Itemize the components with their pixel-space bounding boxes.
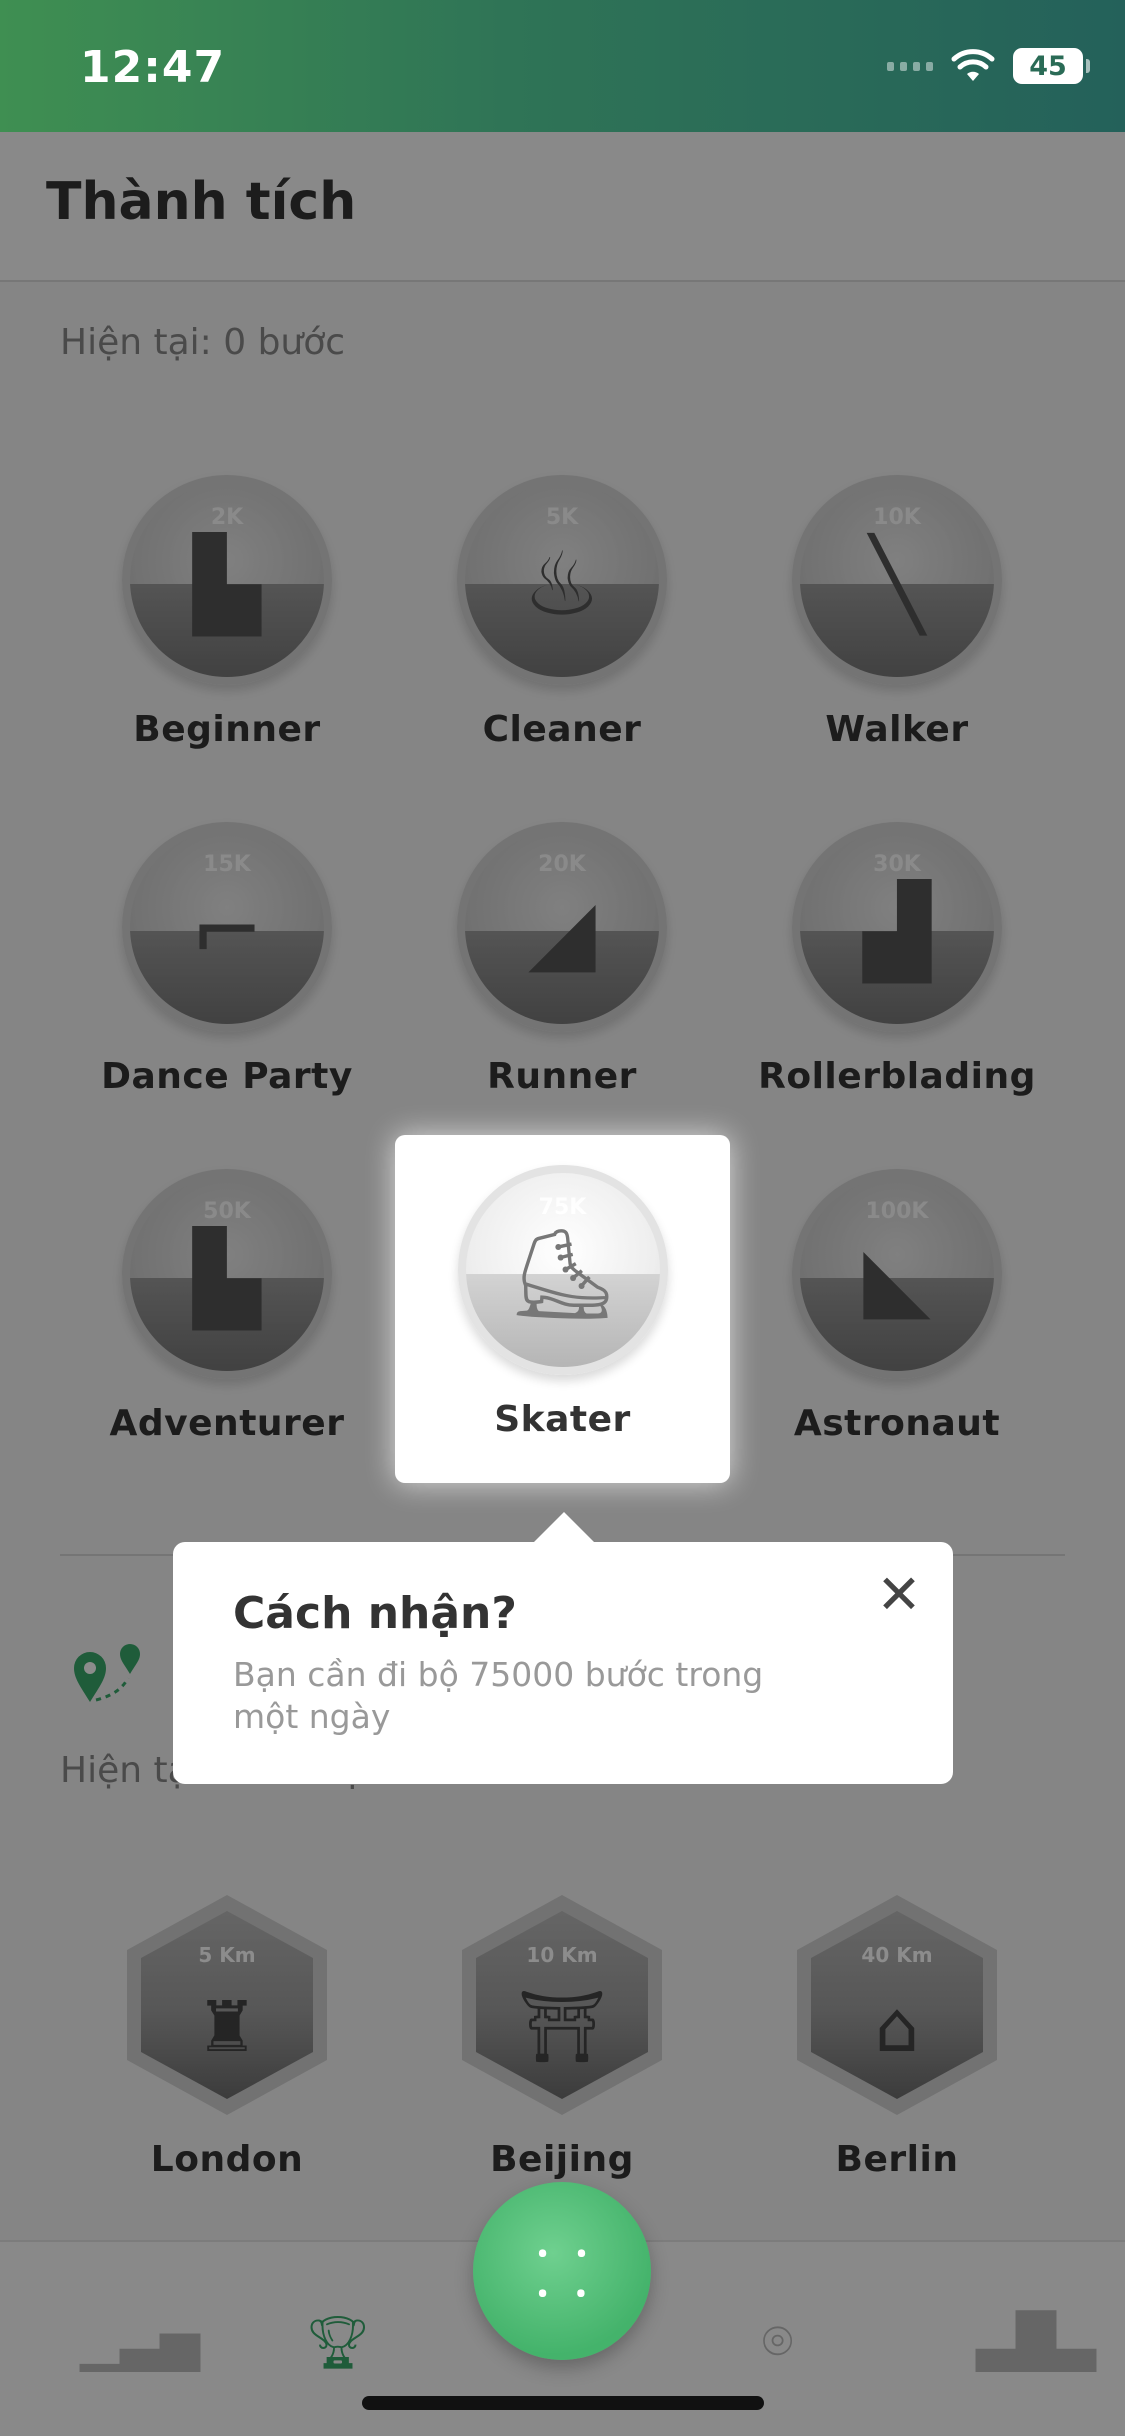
- status-bar: 12:47 45: [0, 0, 1125, 132]
- badge-skater-highlighted[interactable]: 75K ⛸ Skater: [395, 1135, 730, 1483]
- popup-description: Bạn cần đi bộ 75000 bước trong một ngày: [233, 1655, 764, 1736]
- popup-pointer: [532, 1512, 596, 1544]
- ice-skate-icon: 75K ⛸: [457, 1165, 668, 1375]
- close-icon[interactable]: ✕: [869, 1563, 929, 1626]
- how-to-earn-popup: Cách nhận? Bạn cần đi bộ 75000 bước tron…: [173, 1542, 953, 1784]
- home-indicator: [362, 2396, 764, 2410]
- status-time: 12:47: [80, 42, 226, 93]
- footprints-icon: ⸬: [535, 2237, 589, 2312]
- badge-label: Skater: [494, 1399, 631, 1440]
- wifi-icon: [951, 49, 995, 81]
- popup-title: Cách nhận?: [233, 1588, 517, 1639]
- cellular-signal-icon: [887, 61, 933, 71]
- steps-fab-button[interactable]: ⸬: [473, 2182, 651, 2360]
- status-icons: 45: [887, 48, 1090, 84]
- battery-icon: 45: [1013, 48, 1090, 84]
